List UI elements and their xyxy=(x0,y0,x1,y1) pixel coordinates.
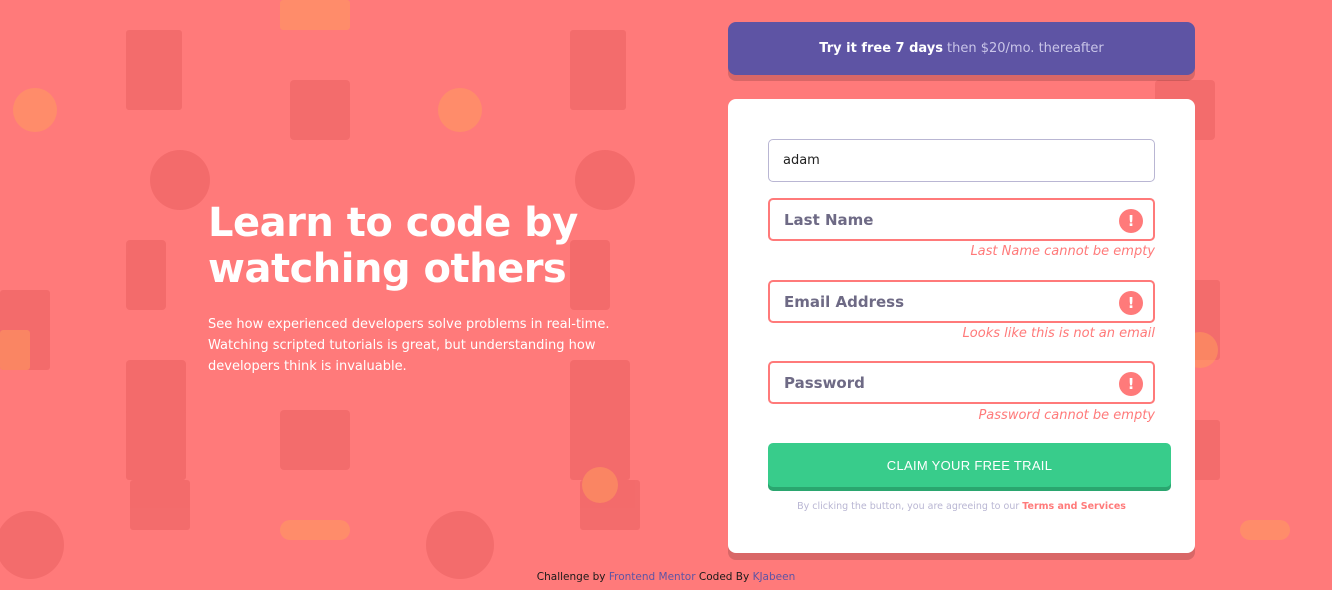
error-circle-icon: ! xyxy=(1119,209,1143,233)
email-error: Looks like this is not an email xyxy=(962,326,1155,341)
footer-challenge-by: Challenge by xyxy=(536,571,606,583)
trial-light-text: then $20/mo. thereafter xyxy=(947,41,1104,56)
signup-form: adam Last Name ! Last Name cannot be emp… xyxy=(728,99,1195,553)
hero-title-line2: watching others xyxy=(208,246,567,292)
error-circle-icon: ! xyxy=(1119,372,1143,396)
trial-banner: Try it free 7 days then $20/mo. thereaft… xyxy=(728,22,1195,75)
frontend-mentor-link[interactable]: Frontend Mentor xyxy=(609,571,696,583)
password-field[interactable]: Password ! xyxy=(768,361,1155,404)
error-circle-icon: ! xyxy=(1119,291,1143,315)
hero-title-line1: Learn to code by xyxy=(208,200,578,246)
first-name-value: adam xyxy=(783,153,820,168)
terms-text: By clicking the button, you are agreeing… xyxy=(797,501,1020,512)
email-placeholder: Email Address xyxy=(784,292,905,311)
last-name-field[interactable]: Last Name ! xyxy=(768,198,1155,241)
footer-coded-by: Coded By xyxy=(698,571,750,583)
hero-section: Learn to code by watching others See how… xyxy=(208,200,628,377)
trial-strong-text: Try it free 7 days xyxy=(819,41,944,56)
last-name-error: Last Name cannot be empty xyxy=(970,244,1155,259)
terms-notice: By clicking the button, you are agreeing… xyxy=(768,501,1155,512)
last-name-placeholder: Last Name xyxy=(784,210,874,229)
claim-trial-button[interactable]: CLAIM YOUR FREE TRAIL xyxy=(768,443,1171,487)
email-field[interactable]: Email Address ! xyxy=(768,280,1155,323)
hero-description: See how experienced developers solve pro… xyxy=(208,317,610,374)
hero-title: Learn to code by watching others xyxy=(208,200,628,292)
author-link[interactable]: KJabeen xyxy=(753,571,796,583)
password-placeholder: Password xyxy=(784,373,865,392)
first-name-field[interactable]: adam xyxy=(768,139,1155,182)
password-error: Password cannot be empty xyxy=(978,408,1155,423)
attribution-footer: Challenge by Frontend Mentor Coded By KJ… xyxy=(0,571,1332,583)
terms-link[interactable]: Terms and Services xyxy=(1022,501,1126,512)
